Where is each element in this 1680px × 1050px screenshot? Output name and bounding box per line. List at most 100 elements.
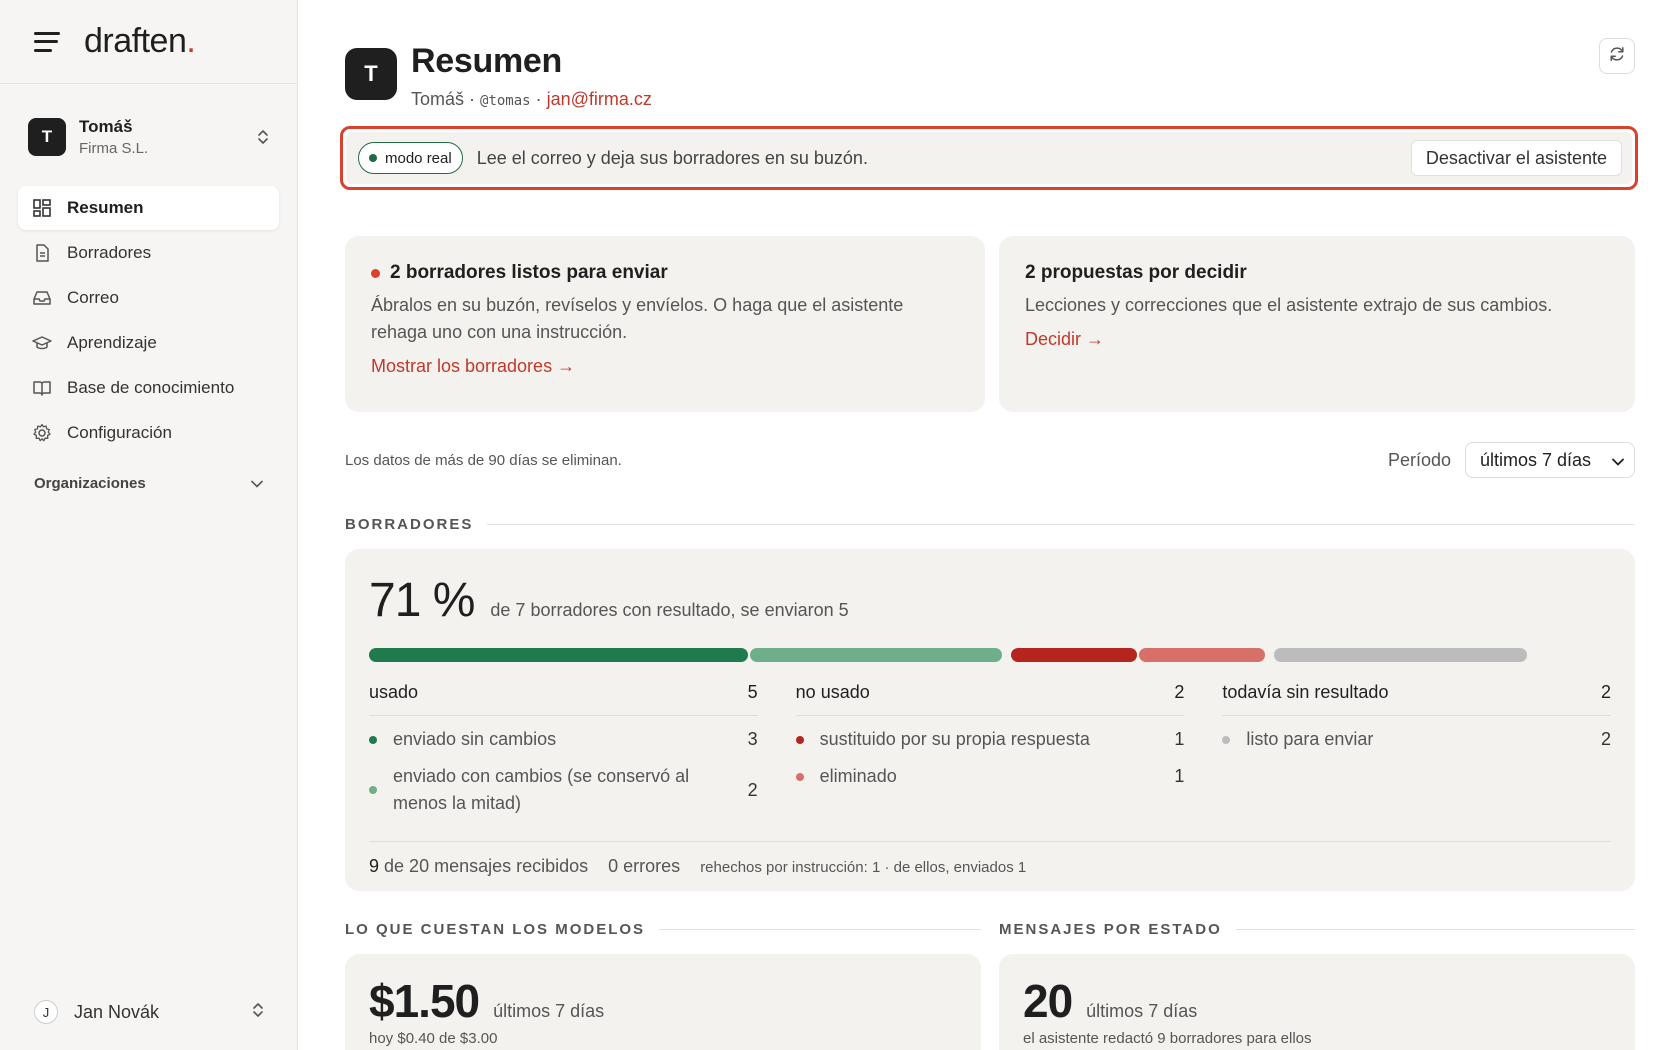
profile-email[interactable]: jan@firma.cz [547,89,652,109]
outcome-column-header: todavía sin resultado 2 [1222,682,1612,716]
status-dot [369,154,377,162]
organizations-label: Organizaciones [34,475,146,492]
card-body: Lecciones y correcciones que el asistent… [1025,295,1553,315]
drafts-section-heading: BORRADORES [345,516,1635,533]
logo: draften. [84,22,196,60]
item-label: listo para enviar [1246,729,1374,749]
bar-group-used [369,648,1003,662]
sidebar-item-label: Correo [67,288,119,307]
messages-section: MENSAJES POR ESTADO 20 últimos 7 días el … [999,921,1635,1050]
period-row: Los datos de más de 90 días se eliminan.… [345,442,1635,478]
profile-avatar: T [345,48,397,100]
drafts-stats-card: 71 % de 7 borradores con resultado, se e… [345,549,1635,891]
chevron-up-down-icon [257,128,269,146]
cost-value: $1.50 [369,975,480,1027]
messages-period: últimos 7 días [1086,1001,1198,1021]
decide-link[interactable]: Decidir → [1025,329,1609,350]
profile-name: Tomáš [411,89,465,109]
sidebar-item-label: Base de conocimiento [67,378,235,397]
brand-bar: draften. [0,0,297,84]
sidebar-item-label: Configuración [67,423,172,442]
outcome-item: listo para enviar 2 [1222,726,1611,753]
user-menu[interactable]: J Jan Novák [0,1000,298,1024]
grid-icon [32,198,52,218]
alert-dot [371,268,380,278]
profile-subline: Tomáš · @tomas · jan@firma.cz [411,89,652,109]
costs-section-heading: LO QUE CUESTAN LOS MODELOS [345,921,981,938]
item-label: enviado con cambios (se conservó al meno… [393,766,690,813]
outcome-item: sustituido por su propia respuesta 1 [795,726,1185,753]
bar-group-pending [1273,648,1527,662]
redo-stat: rehechos por instrucción: 1 · de ellos, … [700,859,1027,876]
cost-period: últimos 7 días [493,1001,605,1021]
usage-description: de 7 borradores con resultado, se enviar… [490,600,849,620]
costs-card: $1.50 últimos 7 días hoy $0.40 de $3.00 [345,954,981,1050]
sidebar-item-label: Borradores [67,243,152,262]
assistant-banner: modo real Lee el correo y deja sus borra… [346,132,1632,184]
bar-segment [1273,648,1527,662]
period-label: Período [1387,449,1451,470]
item-count: 1 [1174,766,1185,786]
outcome-column-header: usado 5 [369,682,758,716]
outcome-column: todavía sin resultado 2 listo para enviar 2 [1222,682,1612,817]
deactivate-assistant-button[interactable]: Desactivar el asistente [1410,140,1622,176]
proposals-card: 2 propuestas por decidir Lecciones y cor… [999,236,1635,412]
sidebar: draften. T Tomáš Firma S.L. Resumen Borr… [0,0,298,1050]
page-title: Resumen [411,42,562,80]
outcome-column-header: no usado 2 [795,682,1185,716]
sidebar-item-base-de-conocimiento[interactable]: Base de conocimiento [18,366,279,410]
account-switcher[interactable]: T Tomáš Firma S.L. [0,84,297,190]
account-name: Tomáš [79,117,133,136]
show-drafts-link[interactable]: Mostrar los borradores → [371,356,959,377]
period-select[interactable]: últimos 7 días [1465,442,1635,478]
outcome-columns: usado 5 enviado sin cambios 3 enviado con ca… [369,682,1612,817]
outcome-bar [369,648,1611,662]
column-label: usado [369,682,419,702]
chevron-down-icon [1612,450,1624,471]
retention-note: Los datos de más de 90 días se eliminan. [345,451,622,469]
bar-segment [369,648,748,662]
sidebar-item-configuracion[interactable]: Configuración [18,411,279,455]
item-count: 2 [1601,729,1612,749]
main-content: T Resumen Tomáš · @tomas · jan@firma.cz … [340,0,1638,1050]
assistant-banner-highlight: modo real Lee el correo y deja sus borra… [340,126,1638,190]
menu-icon[interactable] [34,31,60,52]
gear-icon [32,423,52,443]
book-icon [32,378,52,398]
page-header: T Resumen Tomáš · @tomas · jan@firma.cz [345,42,1635,110]
user-name: Jan Novák [74,1001,160,1022]
sidebar-item-borradores[interactable]: Borradores [18,231,279,275]
bar-segment [1138,648,1265,662]
cost-today: hoy $0.40 de $3.00 [369,1030,498,1047]
mode-badge: modo real [358,142,463,174]
item-count: 1 [1174,729,1185,749]
drafts-footer-stats: 9 de 20 mensajes recibidos 0 errores reh… [369,841,1611,877]
bar-segment [750,648,1003,662]
item-label: enviado sin cambios [393,729,557,749]
organizations-toggle[interactable]: Organizaciones [0,475,297,492]
refresh-icon [1608,45,1626,68]
account-org: Firma S.L. [79,140,149,157]
outcome-column: usado 5 enviado sin cambios 3 enviado con ca… [369,682,758,817]
sidebar-nav: Resumen Borradores Correo Aprendizaje Ba… [0,186,297,455]
sidebar-item-resumen[interactable]: Resumen [18,186,279,230]
sidebar-item-aprendizaje[interactable]: Aprendizaje [18,321,279,365]
user-avatar: J [34,1000,58,1024]
costs-section: LO QUE CUESTAN LOS MODELOS $1.50 últimos … [345,921,981,1050]
sidebar-item-correo[interactable]: Correo [18,276,279,320]
column-count: 5 [747,682,758,702]
bar-segment [1011,648,1137,662]
legend-dot [1222,735,1231,744]
outcome-item: eliminado 1 [795,763,1185,790]
outcome-item: enviado con cambios (se conservó al meno… [369,763,758,817]
errors-stat: 0 errores [608,856,681,876]
outcome-item: enviado sin cambios 3 [369,726,758,753]
item-label: eliminado [819,766,897,786]
chevron-up-down-icon [252,1001,264,1024]
legend-dot [795,735,804,744]
account-avatar: T [28,118,66,156]
item-label: sustituido por su propia respuesta [819,729,1090,749]
item-count: 2 [747,779,758,800]
messages-sub: el asistente redactó 9 borradores para e… [1023,1030,1312,1047]
refresh-button[interactable] [1599,38,1635,74]
